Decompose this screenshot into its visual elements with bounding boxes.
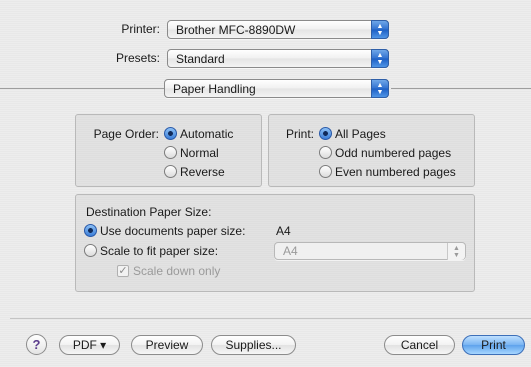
separator-left (0, 88, 164, 89)
scale-paper-size-popup[interactable]: A4 ▲ ▼ (274, 242, 466, 260)
separator-right (391, 88, 531, 89)
scale-to-fit-label[interactable]: Scale to fit paper size: (100, 244, 218, 258)
print-odd-pages-radio[interactable] (319, 146, 332, 159)
panel-selector-value: Paper Handling (173, 82, 256, 96)
page-order-automatic-radio[interactable] (164, 127, 177, 140)
supplies-button[interactable]: Supplies... (211, 335, 296, 355)
use-documents-size-radio[interactable] (84, 224, 97, 237)
print-odd-pages-label[interactable]: Odd numbered pages (335, 146, 451, 160)
page-order-normal-label[interactable]: Normal (180, 146, 219, 160)
scale-down-only-checkbox[interactable]: ✓ (117, 265, 129, 277)
scale-down-only-label[interactable]: Scale down only (133, 264, 220, 278)
printer-popup[interactable]: Brother MFC-8890DW ▲ ▼ (167, 20, 389, 39)
bottom-separator (10, 318, 531, 319)
page-order-reverse-label[interactable]: Reverse (180, 165, 225, 179)
page-order-reverse-radio[interactable] (164, 165, 177, 178)
page-order-normal-radio[interactable] (164, 146, 177, 159)
presets-label: Presets: (115, 51, 160, 65)
print-range-label: Print: (285, 127, 314, 141)
scale-paper-size-value: A4 (283, 244, 298, 258)
presets-popup[interactable]: Standard ▲ ▼ (167, 49, 389, 68)
print-all-pages-label[interactable]: All Pages (335, 127, 386, 141)
print-even-pages-radio[interactable] (319, 165, 332, 178)
print-all-pages-radio[interactable] (319, 127, 332, 140)
printer-value: Brother MFC-8890DW (176, 23, 296, 37)
panel-selector-popup[interactable]: Paper Handling ▲ ▼ (164, 79, 389, 98)
cancel-button[interactable]: Cancel (384, 335, 455, 355)
popup-arrows-icon: ▲ ▼ (371, 20, 389, 39)
presets-value: Standard (176, 52, 225, 66)
print-even-pages-label[interactable]: Even numbered pages (335, 165, 456, 179)
print-button[interactable]: Print (462, 335, 525, 355)
popup-arrows-icon: ▲ ▼ (371, 79, 389, 98)
pdf-button[interactable]: PDF ▾ (59, 335, 120, 355)
help-button[interactable]: ? (26, 334, 47, 355)
popup-arrows-icon: ▲ ▼ (447, 243, 465, 260)
scale-to-fit-radio[interactable] (84, 244, 97, 257)
documents-size-value: A4 (276, 224, 291, 238)
printer-label: Printer: (121, 22, 160, 36)
destination-paper-size-title: Destination Paper Size: (86, 205, 212, 219)
use-documents-size-label[interactable]: Use documents paper size: (100, 224, 245, 238)
page-order-label: Page Order: (93, 127, 159, 141)
page-order-automatic-label[interactable]: Automatic (180, 127, 233, 141)
popup-arrows-icon: ▲ ▼ (371, 49, 389, 68)
preview-button[interactable]: Preview (131, 335, 203, 355)
